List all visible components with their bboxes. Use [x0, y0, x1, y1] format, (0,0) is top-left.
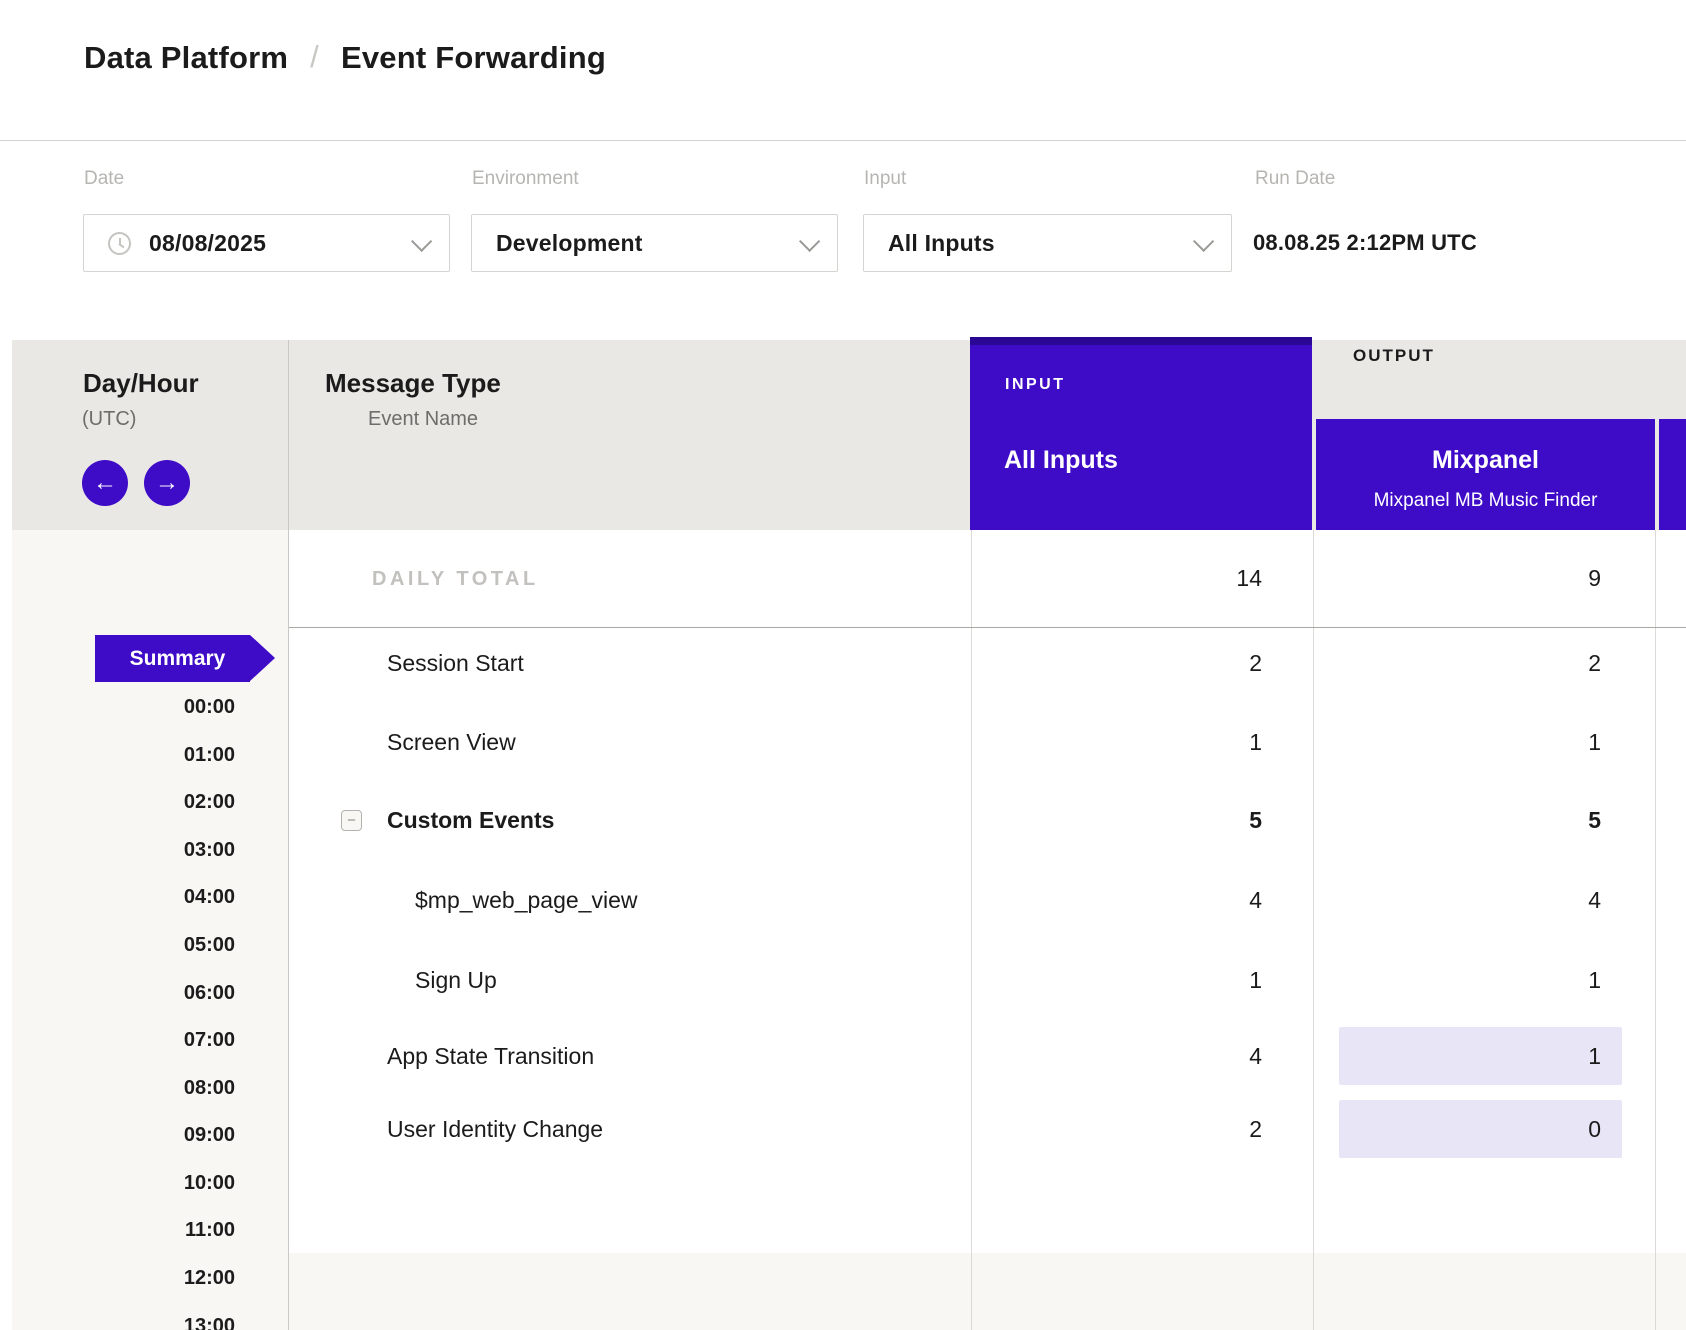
table-row-label[interactable]: Custom Events [387, 805, 554, 835]
row-output-value: 5 [1451, 805, 1601, 835]
breadcrumb: Data Platform / Event Forwarding [84, 40, 606, 76]
grid-line [1655, 530, 1656, 1330]
row-output-value: 2 [1451, 648, 1601, 678]
breadcrumb-separator: / [310, 39, 319, 75]
input-group-label: INPUT [1005, 376, 1066, 394]
table-row-label: Screen View [387, 727, 516, 757]
hour-row-selector[interactable]: 01:00 [75, 743, 235, 767]
row-output-value: 1 [1451, 727, 1601, 757]
summary-row-selector[interactable]: Summary [95, 635, 250, 682]
hour-row-selector[interactable]: 04:00 [75, 885, 235, 909]
input-filter-value: All Inputs [888, 230, 995, 257]
grid-line [1313, 530, 1314, 1330]
message-type-column-header: Message Type [325, 368, 501, 399]
input-filter-label: Input [864, 168, 906, 190]
row-input-value: 2 [1112, 1114, 1262, 1144]
row-output-value: 0 [1451, 1114, 1601, 1144]
input-column-accent-strip [970, 337, 1312, 345]
day-hour-timezone: (UTC) [82, 408, 136, 431]
table-row-label: Session Start [387, 648, 524, 678]
hour-row-selector[interactable]: 12:00 [75, 1266, 235, 1290]
day-hour-column-header: Day/Hour [83, 368, 199, 399]
environment-filter-label: Environment [472, 168, 579, 190]
chevron-down-icon [799, 230, 820, 251]
hour-row-selector[interactable]: 11:00 [75, 1218, 235, 1242]
hour-row-selector[interactable]: 10:00 [75, 1171, 235, 1195]
run-date-label: Run Date [1255, 168, 1335, 190]
next-day-button[interactable]: → [144, 460, 190, 506]
row-input-value: 1 [1112, 965, 1262, 995]
date-filter-label: Date [84, 168, 124, 190]
mixpanel-column-subtitle: Mixpanel MB Music Finder [1316, 489, 1655, 513]
hour-row-selector[interactable]: 06:00 [75, 981, 235, 1005]
row-input-value: 1 [1112, 727, 1262, 757]
input-column-title: All Inputs [1004, 446, 1118, 474]
minus-icon: − [347, 812, 356, 829]
hour-row-selector[interactable]: 03:00 [75, 838, 235, 862]
daily-total-label: DAILY TOTAL [372, 566, 539, 592]
daily-total-divider [289, 627, 1686, 628]
input-column-header[interactable]: INPUT All Inputs [970, 345, 1312, 530]
table-footer-area [288, 1253, 1686, 1330]
row-output-value: 1 [1451, 965, 1601, 995]
table-row-label: Sign Up [415, 965, 497, 995]
page-title: Event Forwarding [341, 40, 606, 76]
collapse-custom-events-icon[interactable]: − [341, 810, 362, 831]
run-date-value: 08.08.25 2:12PM UTC [1253, 228, 1477, 258]
row-output-value: 4 [1451, 885, 1601, 915]
row-input-value: 4 [1112, 1041, 1262, 1071]
environment-filter-dropdown[interactable]: Development [471, 214, 838, 272]
chevron-down-icon [1193, 230, 1214, 251]
row-output-value: 1 [1451, 1041, 1601, 1071]
summary-label: Summary [130, 647, 226, 671]
mixpanel-column-header[interactable]: Mixpanel Mixpanel MB Music Finder [1316, 419, 1655, 530]
breadcrumb-section[interactable]: Data Platform [84, 40, 288, 76]
previous-day-button[interactable]: ← [82, 460, 128, 506]
row-input-value: 2 [1112, 648, 1262, 678]
grid-line [971, 530, 972, 1330]
input-filter-dropdown[interactable]: All Inputs [863, 214, 1232, 272]
environment-filter-value: Development [496, 230, 643, 257]
clock-icon [108, 232, 131, 255]
daily-total-output-value: 9 [1451, 563, 1601, 593]
table-row-label: $mp_web_page_view [415, 885, 638, 915]
top-bar: Data Platform / Event Forwarding [0, 0, 1686, 141]
hour-row-selector[interactable]: 05:00 [75, 933, 235, 957]
hour-row-selector[interactable]: 09:00 [75, 1123, 235, 1147]
date-filter-value: 08/08/2025 [149, 230, 266, 257]
hour-row-selector[interactable]: 07:00 [75, 1028, 235, 1052]
event-name-subheader: Event Name [368, 408, 478, 431]
next-output-column-header-partial[interactable] [1659, 419, 1686, 530]
table-row-label: User Identity Change [387, 1114, 603, 1144]
hour-row-selector[interactable]: 08:00 [75, 1076, 235, 1100]
mixpanel-column-title: Mixpanel [1316, 445, 1655, 475]
event-forwarding-page: Data Platform / Event Forwarding Date 08… [0, 0, 1686, 1330]
hour-row-selector[interactable]: 00:00 [75, 695, 235, 719]
table-row-label: App State Transition [387, 1041, 594, 1071]
arrow-left-icon: ← [93, 471, 117, 495]
hour-row-selector[interactable]: 02:00 [75, 790, 235, 814]
arrow-right-icon: → [155, 471, 179, 495]
hour-row-selector[interactable]: 13:00 [75, 1314, 235, 1330]
chevron-down-icon [411, 230, 432, 251]
daily-total-input-value: 14 [1112, 563, 1262, 593]
row-input-value: 4 [1112, 885, 1262, 915]
output-group-label: OUTPUT [1353, 346, 1435, 366]
date-filter-dropdown[interactable]: 08/08/2025 [83, 214, 450, 272]
grid-line [288, 340, 289, 1330]
row-input-value: 5 [1112, 805, 1262, 835]
